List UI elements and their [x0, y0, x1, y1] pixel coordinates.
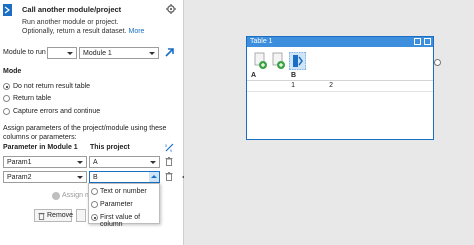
- col-header-project: This project: [90, 144, 130, 151]
- remove-button-label: Remove: [47, 212, 74, 219]
- column-header-b[interactable]: B: [291, 72, 296, 79]
- chevron-down-icon: [77, 161, 83, 164]
- radio-no-result[interactable]: [3, 83, 10, 90]
- table-window-titlebar[interactable]: Table 1: [247, 37, 433, 47]
- module-select[interactable]: Module 1: [79, 47, 159, 59]
- trash-icon: [38, 212, 45, 220]
- table-cell[interactable]: 1: [285, 82, 295, 89]
- param2-name: Param2: [7, 174, 32, 181]
- option-parameter[interactable]: Parameter: [100, 201, 133, 208]
- mode-label: Mode: [3, 68, 22, 75]
- param1-select[interactable]: Param1: [3, 156, 87, 168]
- output-connector-icon[interactable]: [434, 59, 441, 66]
- option-first-value[interactable]: First value of column: [100, 214, 159, 228]
- module-type-select[interactable]: [47, 47, 77, 59]
- param1-value: A: [93, 159, 98, 166]
- assign-description: Assign parameters of the project/module …: [3, 125, 167, 141]
- trash-icon[interactable]: [165, 172, 173, 181]
- properties-panel: Call another module/project Run another …: [0, 0, 184, 245]
- dropdown-toggle-button[interactable]: [149, 172, 159, 182]
- chevron-down-icon: [77, 176, 83, 179]
- radio-return-table-label: Return table: [13, 95, 52, 102]
- radio-return-table[interactable]: [3, 95, 10, 102]
- param2-value: B: [93, 174, 98, 181]
- remove-button[interactable]: Remove: [34, 209, 74, 222]
- call-module-icon: [3, 4, 12, 16]
- open-module-icon[interactable]: [165, 48, 174, 57]
- extra-button[interactable]: [76, 209, 86, 222]
- add-row-icon[interactable]: [271, 52, 288, 70]
- radio-capture-errors[interactable]: [3, 108, 10, 115]
- value-type-dropdown: Text or number Parameter First value of …: [88, 183, 160, 228]
- radio-capture-errors-label: Capture errors and continue: [13, 108, 101, 115]
- panel-description: Run another module or project. Optionall…: [22, 18, 152, 36]
- panel-title: Call another module/project: [22, 5, 122, 14]
- option-text-or-number-radio[interactable]: [91, 188, 98, 195]
- param1-name: Param1: [7, 159, 32, 166]
- col-header-param: Parameter in Module 1: [3, 144, 78, 151]
- auto-assign-icon[interactable]: x y: [165, 143, 174, 152]
- header-divider: [247, 80, 433, 81]
- table-cell[interactable]: 2: [323, 82, 333, 89]
- add-circle-icon[interactable]: [52, 192, 60, 200]
- svg-text:x: x: [165, 143, 168, 148]
- table-window-title: Table 1: [250, 38, 273, 45]
- svg-text:y: y: [170, 148, 173, 152]
- radio-no-result-label: Do not return result table: [13, 83, 91, 90]
- panel-description-text: Run another module or project. Optionall…: [22, 19, 127, 35]
- param1-value-select[interactable]: A: [89, 156, 160, 168]
- more-link[interactable]: More: [129, 28, 145, 35]
- chevron-up-icon: [151, 175, 157, 178]
- maximize-icon[interactable]: [424, 38, 431, 45]
- module-select-value: Module 1: [83, 50, 112, 57]
- row-divider: [247, 91, 433, 92]
- minimize-icon[interactable]: [414, 38, 421, 45]
- gear-icon[interactable]: [166, 4, 176, 14]
- table-window[interactable]: Table 1 A B 1 2: [246, 36, 434, 140]
- run-module-icon[interactable]: [289, 52, 306, 70]
- option-first-value-radio[interactable]: [91, 214, 98, 221]
- module-to-run-label: Module to run: [3, 49, 46, 56]
- column-header-a[interactable]: A: [251, 72, 256, 79]
- chevron-down-icon: [67, 52, 73, 55]
- add-column-icon[interactable]: [253, 52, 270, 70]
- chevron-down-icon: [150, 161, 156, 164]
- option-parameter-radio[interactable]: [91, 201, 98, 208]
- trash-icon[interactable]: [165, 157, 173, 166]
- param2-select[interactable]: Param2: [3, 171, 87, 183]
- option-text-or-number[interactable]: Text or number: [100, 188, 147, 195]
- param2-value-select[interactable]: B: [89, 171, 160, 183]
- chevron-down-icon: [149, 52, 155, 55]
- workflow-canvas[interactable]: Table 1 A B 1 2: [184, 0, 474, 245]
- assign-more-label[interactable]: Assign m: [62, 192, 91, 199]
